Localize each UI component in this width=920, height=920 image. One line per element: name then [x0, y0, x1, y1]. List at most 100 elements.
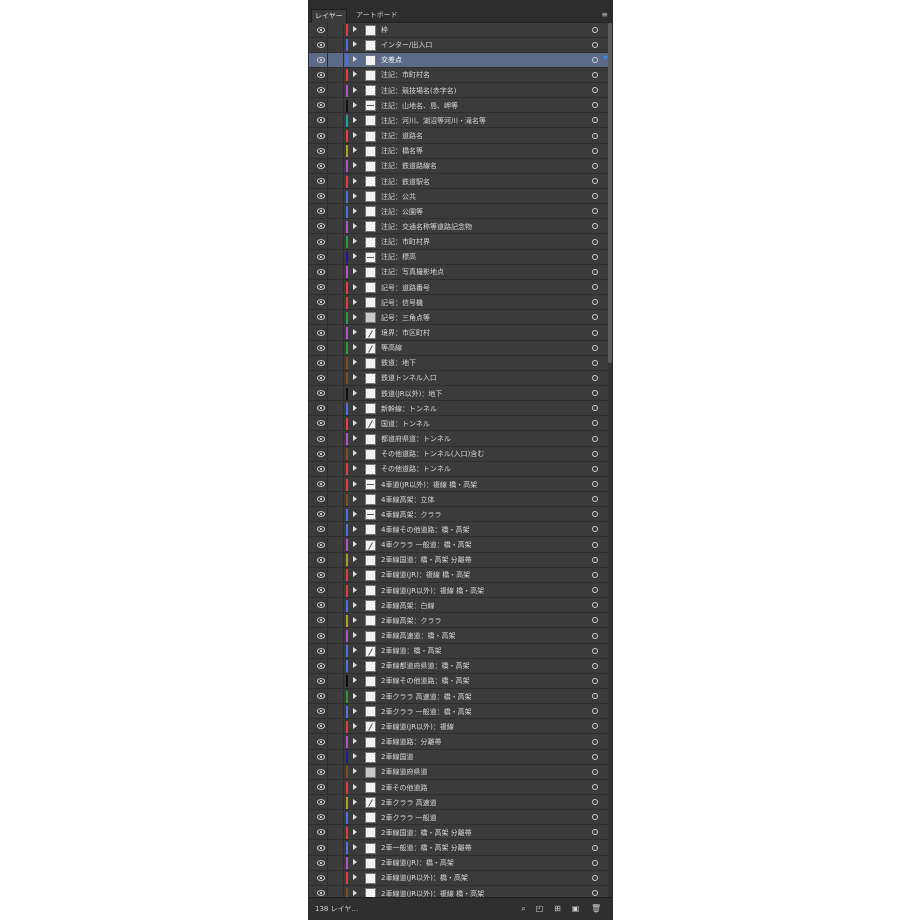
lock-toggle-icon[interactable] [331, 373, 341, 383]
visibility-eye-icon[interactable] [317, 41, 325, 48]
expand-triangle-icon[interactable] [353, 768, 357, 775]
expand-triangle-icon[interactable] [353, 268, 357, 275]
lock-toggle-icon[interactable] [331, 737, 341, 747]
layer-row[interactable]: その他道路：トンネル(入口)含む [309, 447, 612, 462]
target-circle-icon[interactable] [592, 511, 598, 518]
target-circle-icon[interactable] [592, 284, 598, 291]
layer-row[interactable]: 鉄道：地下 [309, 356, 612, 371]
target-circle-icon[interactable] [592, 723, 598, 730]
target-circle-icon[interactable] [592, 602, 598, 609]
expand-triangle-icon[interactable] [353, 828, 357, 835]
expand-triangle-icon[interactable] [353, 71, 357, 78]
visibility-eye-icon[interactable] [317, 102, 325, 109]
layer-row[interactable]: 2車線道：橋・高架 [309, 644, 612, 659]
layer-name[interactable]: 2車線道路：分離帯 [381, 735, 441, 749]
lock-toggle-icon[interactable] [331, 767, 341, 777]
layer-row[interactable]: 2車線高架：白線 [309, 598, 612, 614]
layer-row[interactable]: 新幹線：トンネル [309, 401, 612, 417]
layer-row[interactable]: 注記：山地名、島、岬等 [309, 98, 612, 114]
layer-row[interactable]: 記号：三角点等 [309, 310, 612, 326]
scrollbar-thumb[interactable] [608, 23, 612, 363]
layer-name[interactable]: 2車線道(JR)：橋・高架 [381, 856, 454, 870]
expand-triangle-icon[interactable] [353, 192, 357, 199]
visibility-eye-icon[interactable] [317, 678, 325, 684]
layer-row[interactable]: 2車線国道：橋・高架 分離帯 [309, 553, 612, 568]
layer-name[interactable]: インター/出入口 [381, 38, 432, 52]
visibility-eye-icon[interactable] [317, 450, 325, 457]
layer-row[interactable]: 鉄道トンネル入口 [309, 371, 612, 386]
target-circle-icon[interactable] [592, 647, 598, 654]
visibility-eye-icon[interactable] [317, 662, 325, 669]
target-circle-icon[interactable] [592, 405, 598, 412]
visibility-eye-icon[interactable] [317, 117, 325, 124]
layer-row[interactable]: 注記：写真撮影地点 [309, 265, 612, 280]
layer-row[interactable]: その他道路：トンネル [309, 462, 612, 477]
target-circle-icon[interactable] [592, 238, 598, 245]
target-circle-icon[interactable] [592, 26, 598, 33]
layer-row[interactable]: 注記：市町村名 [309, 68, 612, 83]
layer-name[interactable]: 等高線 [381, 341, 402, 355]
visibility-eye-icon[interactable] [317, 238, 325, 245]
expand-triangle-icon[interactable] [353, 738, 357, 745]
target-circle-icon[interactable] [592, 465, 598, 472]
tab-artboards[interactable]: アートボード [353, 9, 401, 22]
expand-triangle-icon[interactable] [353, 541, 357, 548]
layer-name[interactable]: 2車クララ 一般道 [381, 811, 437, 825]
layer-name[interactable]: 枠 [381, 23, 388, 37]
layer-row[interactable]: 2車その他道路 [309, 780, 612, 795]
layer-row[interactable]: 記号：信号機 [309, 295, 612, 311]
layer-row[interactable]: 2車線国道 [309, 750, 612, 765]
visibility-eye-icon[interactable] [317, 299, 325, 306]
layer-name[interactable]: 4車道(JR以外)：複線 橋・高架 [381, 478, 477, 492]
layer-name[interactable]: 注記：鉄道路線名 [381, 159, 437, 173]
expand-triangle-icon[interactable] [353, 889, 357, 896]
lock-toggle-icon[interactable] [331, 252, 341, 262]
expand-triangle-icon[interactable] [353, 86, 357, 93]
layer-row[interactable]: 2車線道(JR以外)：複線 [309, 719, 612, 735]
layer-name[interactable]: 2車一般道：橋・高架 分離帯 [381, 841, 472, 855]
target-circle-icon[interactable] [592, 753, 598, 760]
visibility-eye-icon[interactable] [317, 56, 325, 63]
target-circle-icon[interactable] [592, 708, 598, 715]
layer-name[interactable]: 2車線高架：クララ [381, 614, 441, 628]
target-circle-icon[interactable] [592, 890, 598, 897]
lock-toggle-icon[interactable] [331, 783, 341, 793]
layer-name[interactable]: 2車線国道 [381, 750, 413, 764]
layer-name[interactable]: 2車クララ 一般道：橋・高架 [381, 705, 472, 719]
lock-toggle-icon[interactable] [331, 510, 341, 520]
expand-triangle-icon[interactable] [353, 510, 357, 517]
lock-toggle-icon[interactable] [331, 555, 341, 565]
layer-row[interactable]: 記号：道路番号 [309, 280, 612, 296]
lock-toggle-icon[interactable] [331, 525, 341, 535]
layer-name[interactable]: 2車線高速道：橋・高架 [381, 629, 455, 643]
expand-triangle-icon[interactable] [353, 874, 357, 881]
layer-name[interactable]: 注記：市町村界 [381, 235, 430, 249]
target-circle-icon[interactable] [592, 299, 598, 306]
target-circle-icon[interactable] [592, 496, 598, 503]
expand-triangle-icon[interactable] [353, 435, 357, 442]
layer-name[interactable]: 2車線道(JR以外)：複線 [381, 720, 454, 734]
lock-toggle-icon[interactable] [331, 161, 341, 171]
target-circle-icon[interactable] [592, 844, 598, 851]
expand-triangle-icon[interactable] [353, 56, 357, 63]
layer-name[interactable]: 注記：標高 [381, 250, 416, 264]
layer-name[interactable]: 2車クララ 高速道 [381, 796, 437, 810]
lock-toggle-icon[interactable] [331, 146, 341, 156]
layer-row[interactable]: 枠 [309, 23, 612, 38]
layer-row[interactable]: 4車道(JR以外)：複線 橋・高架 [309, 477, 612, 492]
layer-row[interactable]: 4車クララ 一般道：橋・高架 [309, 538, 612, 553]
target-circle-icon[interactable] [592, 41, 598, 48]
expand-triangle-icon[interactable] [353, 450, 357, 457]
layer-row[interactable]: 2車線道府県道 [309, 765, 612, 780]
delete-layer-icon[interactable]: 🗑 [591, 904, 601, 913]
layer-name[interactable]: 注記：市町村名 [381, 68, 430, 82]
visibility-eye-icon[interactable] [317, 26, 325, 33]
layer-name[interactable]: 2車線国道：橋・高架 分離帯 [381, 553, 472, 567]
layer-row[interactable]: 交差点 [309, 53, 612, 68]
expand-triangle-icon[interactable] [353, 253, 357, 260]
target-circle-icon[interactable] [592, 329, 598, 336]
visibility-eye-icon[interactable] [317, 556, 325, 563]
layer-row[interactable]: 注記：公共 [309, 189, 612, 205]
expand-triangle-icon[interactable] [353, 859, 357, 866]
target-circle-icon[interactable] [592, 208, 598, 215]
